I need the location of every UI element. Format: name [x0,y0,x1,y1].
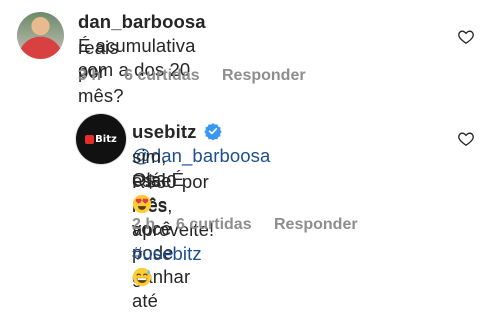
brand-logo: Bitz [85,134,117,145]
verified-badge-icon [203,123,222,140]
hashtag-link[interactable]: #usebitz [132,243,202,264]
avatar[interactable]: Bitz [76,114,126,164]
comment-username[interactable]: dan_barboosa [78,11,206,32]
comment-time: 2 h [132,216,156,233]
comment-meta: 2 h 6 curtidas Responder [132,216,358,234]
grinning-sweat-emoji [132,267,152,287]
avatar[interactable] [17,12,64,59]
heart-outline-icon[interactable] [458,131,474,146]
heart-outline-icon[interactable] [458,29,474,44]
heart-eyes-emoji [132,194,152,214]
comment-time: 3 h [78,67,102,84]
comment-username[interactable]: usebitz [132,121,196,142]
comment-likes[interactable]: 6 curtidas [176,216,274,234]
comment-likes[interactable]: 6 curtidas [124,67,222,85]
reply-button[interactable]: Responder [222,67,306,85]
comment-meta: 3 h 6 curtidas Responder [78,67,306,85]
reply-button[interactable]: Responder [274,216,358,234]
comment-text-line-4 [132,193,152,217]
brand-logo-text: Bitz [95,133,117,145]
